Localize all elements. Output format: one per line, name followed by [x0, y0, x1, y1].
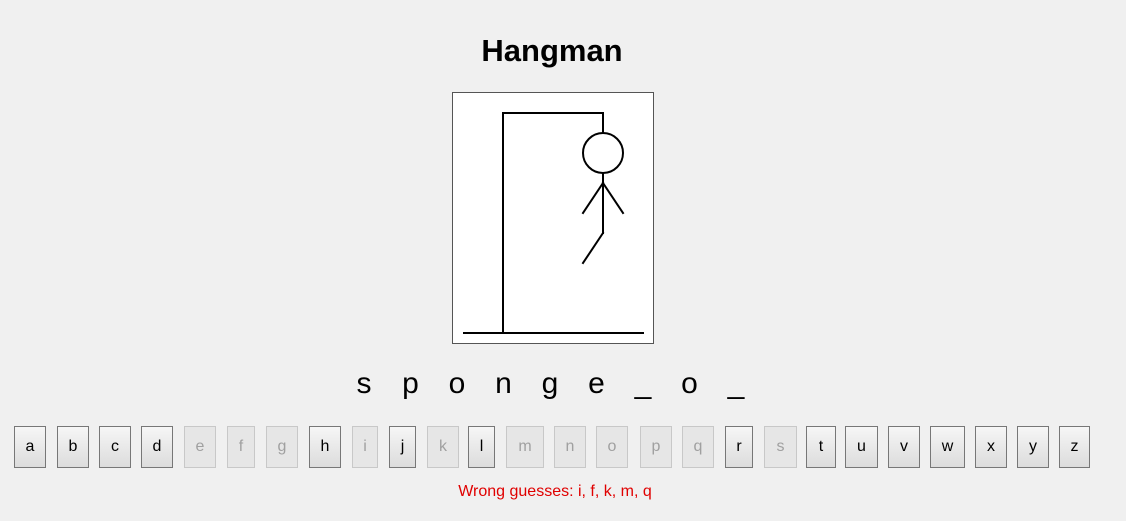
letter-key-x[interactable]: x: [975, 426, 1007, 468]
word-display: s p o n g e _ o _: [0, 366, 1100, 402]
letter-key-f: f: [227, 426, 255, 468]
letter-key-s: s: [764, 426, 797, 468]
letter-key-w[interactable]: w: [930, 426, 965, 468]
letter-key-y[interactable]: y: [1017, 426, 1049, 468]
letter-key-k: k: [427, 426, 459, 468]
letter-key-u[interactable]: u: [845, 426, 878, 468]
letter-key-c[interactable]: c: [99, 426, 131, 468]
letter-key-m: m: [506, 426, 544, 468]
letter-key-t[interactable]: t: [806, 426, 836, 468]
letter-key-q: q: [682, 426, 714, 468]
wrong-guesses-text: Wrong guesses: i, f, k, m, q: [458, 483, 652, 500]
hangman-left-leg: [581, 231, 605, 265]
letter-key-z[interactable]: z: [1059, 426, 1090, 468]
gallows-canvas: [463, 112, 644, 334]
letter-key-v[interactable]: v: [888, 426, 920, 468]
hangman-left-arm: [581, 181, 605, 215]
letter-key-i: i: [352, 426, 378, 468]
hangman-head: [582, 132, 624, 174]
letter-key-e: e: [184, 426, 216, 468]
letter-key-a[interactable]: a: [14, 426, 46, 468]
letter-key-g: g: [266, 426, 298, 468]
hangman-drawing: [452, 92, 654, 344]
word-letter-slot: o: [681, 367, 698, 400]
word-letter-slot: _: [634, 367, 652, 400]
word-letter-slot: p: [402, 367, 419, 400]
word-letter-slot: o: [448, 367, 466, 400]
hangman-right-arm: [601, 181, 625, 215]
word-letter-slot: g: [541, 367, 559, 400]
letter-key-p: p: [640, 426, 672, 468]
letter-key-h[interactable]: h: [309, 426, 341, 468]
letter-key-b[interactable]: b: [57, 426, 89, 468]
letter-key-n: n: [554, 426, 586, 468]
game-title: Hangman: [481, 33, 623, 68]
word-letter-slot: s: [356, 367, 372, 400]
word-letter-slot: _: [727, 367, 745, 400]
letter-key-d[interactable]: d: [141, 426, 173, 468]
letter-key-j[interactable]: j: [389, 426, 416, 468]
letter-key-r[interactable]: r: [725, 426, 753, 468]
letter-key-o: o: [596, 426, 628, 468]
word-letter-slot: e: [588, 367, 605, 400]
word-letter-slot: n: [495, 367, 512, 400]
letter-key-l[interactable]: l: [468, 426, 495, 468]
